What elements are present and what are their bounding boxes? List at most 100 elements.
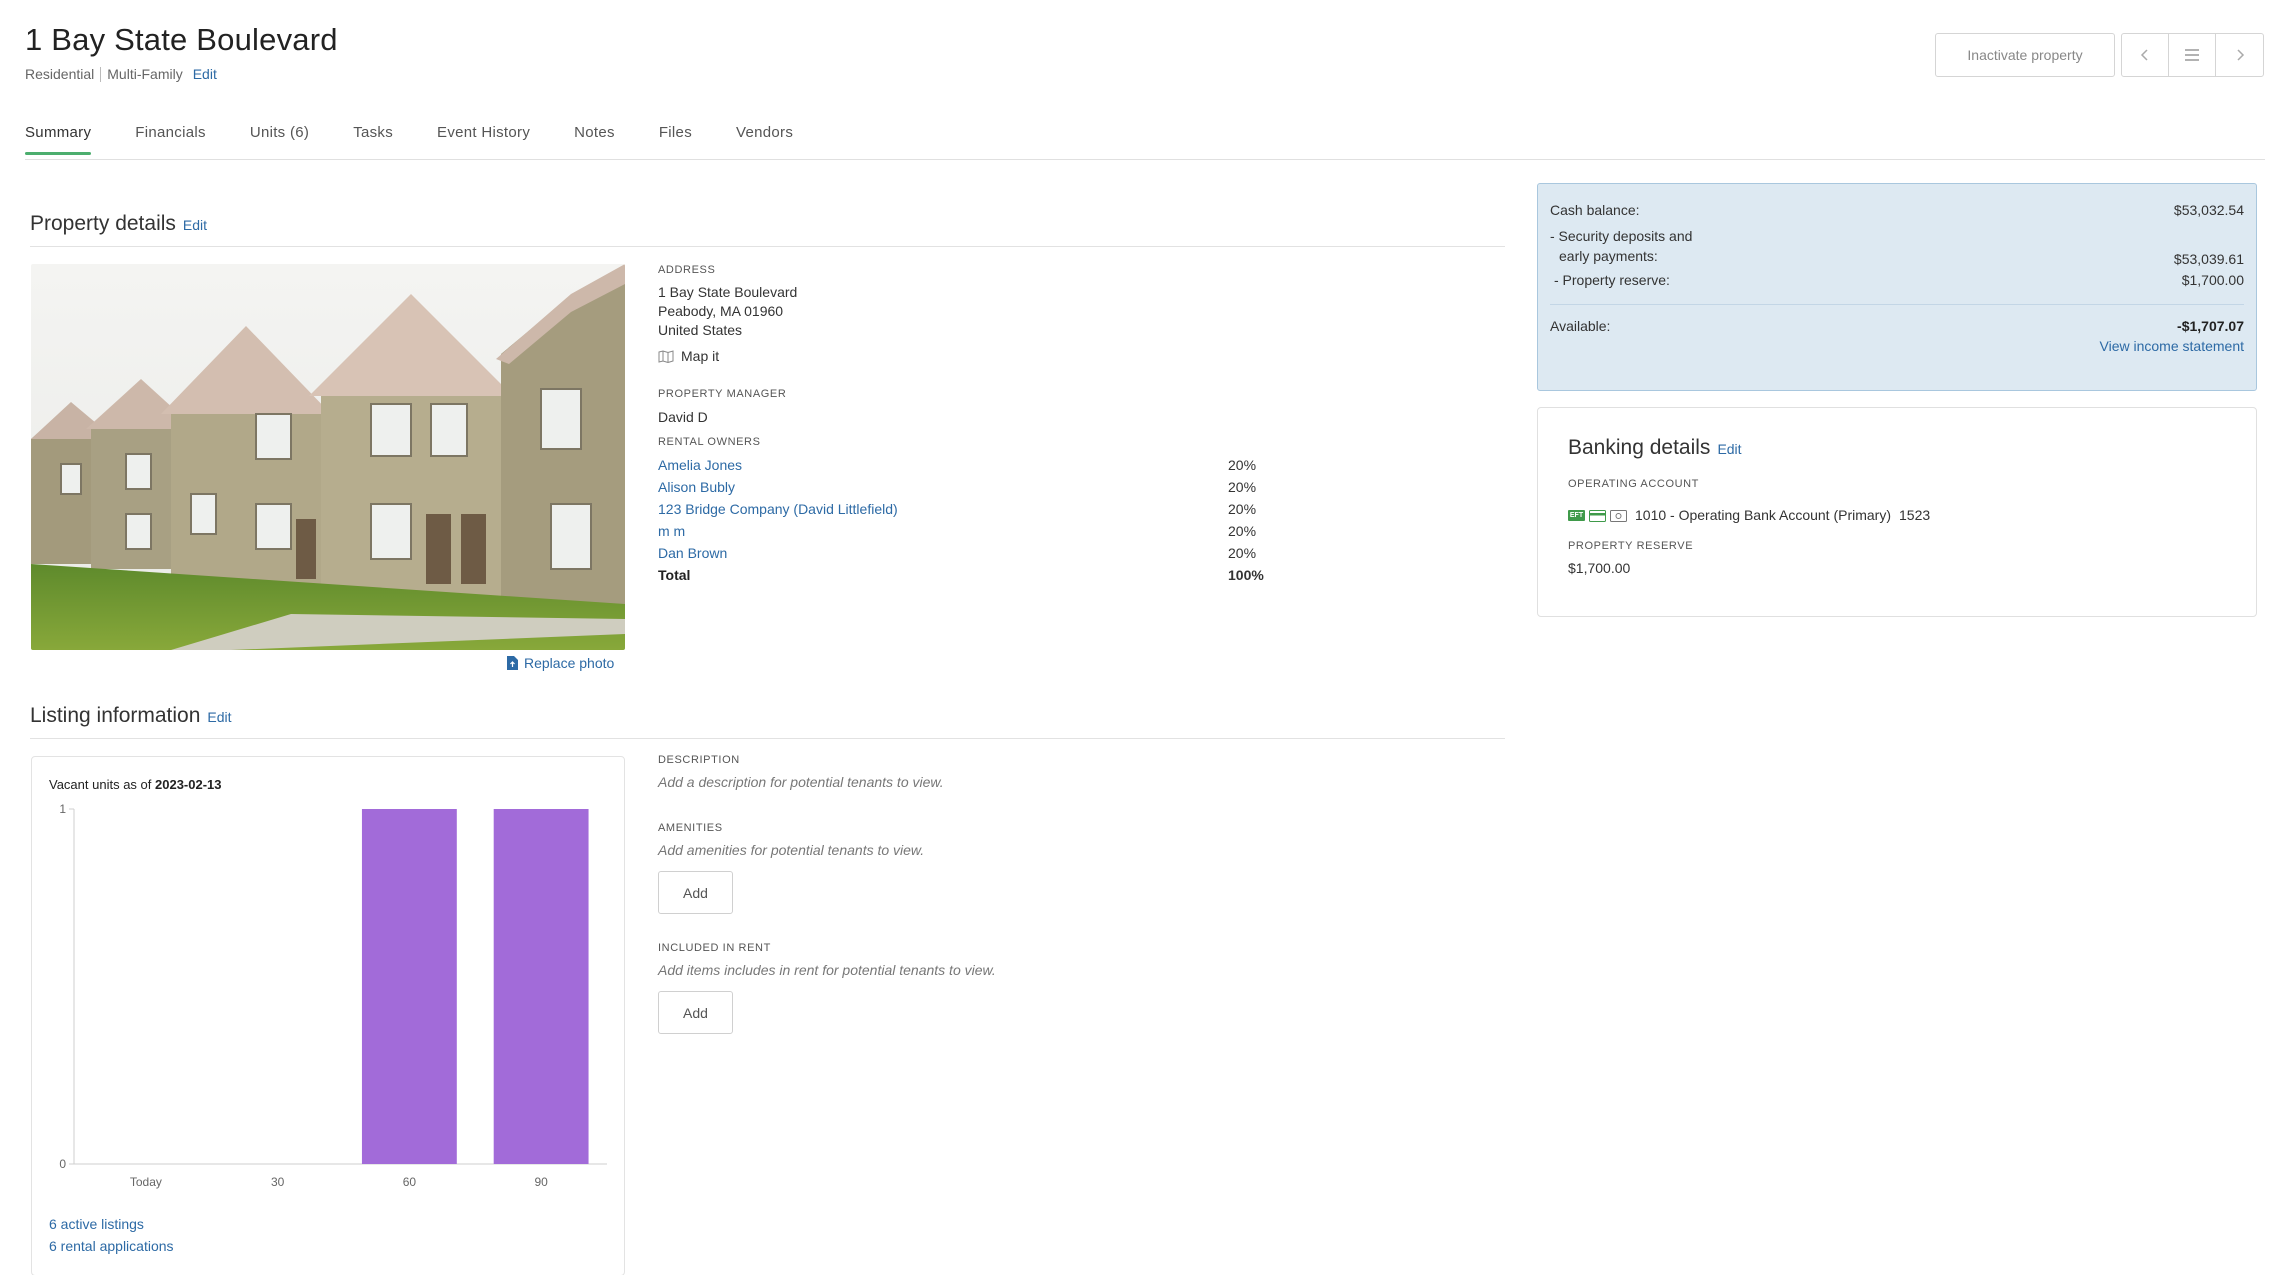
add-included-items-button[interactable]: Add xyxy=(658,991,733,1034)
total-percentage: 100% xyxy=(1228,567,1264,583)
owner-percentage: 20% xyxy=(1228,479,1257,495)
cash-icon xyxy=(1610,509,1627,522)
banking-details-panel: Banking details Edit OPERATING ACCOUNT E… xyxy=(1537,407,2257,617)
total-label: Total xyxy=(658,567,691,583)
property-details-heading: Property details Edit xyxy=(30,212,207,236)
file-upload-icon xyxy=(507,656,518,670)
owners-total-row: Total 100% xyxy=(658,564,1268,586)
deposits-label: - Security deposits and xyxy=(1550,228,1693,244)
y-tick-label: 0 xyxy=(59,1157,66,1171)
eft-icon: EFT xyxy=(1568,510,1585,521)
divider xyxy=(100,66,102,82)
next-record-button[interactable] xyxy=(2216,34,2263,76)
available-row: Available: -$1,707.07 xyxy=(1550,318,2244,334)
available-value: -$1,707.07 xyxy=(2177,318,2244,334)
owner-link[interactable]: Amelia Jones xyxy=(658,457,742,473)
edit-property-details-link[interactable]: Edit xyxy=(183,217,207,233)
view-income-statement-link[interactable]: View income statement xyxy=(2100,338,2244,354)
cash-balance-label: Cash balance: xyxy=(1550,202,1640,218)
x-tick-label: 60 xyxy=(403,1175,417,1189)
operating-account-label: OPERATING ACCOUNT xyxy=(1568,478,1700,490)
available-label: Available: xyxy=(1550,318,1611,334)
owner-link[interactable]: m m xyxy=(658,523,685,539)
deposits-label-2: early payments: xyxy=(1559,248,1658,264)
map-it-link[interactable]: Map it xyxy=(658,347,797,366)
edit-listing-information-link[interactable]: Edit xyxy=(207,709,231,725)
rental-owners: RENTAL OWNERS Amelia Jones 20% Alison Bu… xyxy=(658,436,1268,586)
owner-percentage: 20% xyxy=(1228,457,1257,473)
property-manager-label: PROPERTY MANAGER xyxy=(658,388,787,400)
section-divider xyxy=(30,738,1505,739)
deposits-row: - Security deposits and xyxy=(1550,228,2244,244)
rental-applications-link[interactable]: 6 rental applications xyxy=(49,1238,174,1254)
amenities-placeholder: Add amenities for potential tenants to v… xyxy=(658,842,925,858)
deposits-row-2: early payments: $53,039.61 xyxy=(1550,248,2244,267)
previous-record-button[interactable] xyxy=(2122,34,2169,76)
owner-percentage: 20% xyxy=(1228,523,1257,539)
operating-account-row: EFT 1010 - Operating Bank Account (Prima… xyxy=(1568,506,1930,525)
section-title: Listing information xyxy=(30,704,201,727)
operating-account-number: 1523 xyxy=(1899,507,1931,523)
property-type: Residential Multi-Family Edit xyxy=(25,66,217,82)
tab-financials[interactable]: Financials xyxy=(135,124,206,155)
property-manager-name: David D xyxy=(658,409,708,425)
listing-details: DESCRIPTION Add a description for potent… xyxy=(658,754,996,1034)
bar xyxy=(493,809,589,1164)
edit-banking-details-link[interactable]: Edit xyxy=(1717,441,1741,457)
property-reserve-label: PROPERTY RESERVE xyxy=(1568,540,1694,552)
cash-balance-panel: Cash balance: $53,032.54 - Security depo… xyxy=(1537,183,2257,391)
address-line-3: United States xyxy=(658,322,743,338)
included-in-rent-placeholder: Add items includes in rent for potential… xyxy=(658,962,996,978)
deposits-value: $53,039.61 xyxy=(2173,251,2244,267)
cash-balance-row: Cash balance: $53,032.54 xyxy=(1550,202,2244,218)
divider xyxy=(1550,304,2244,305)
vacancy-chart-card: Vacant units as of 2023-02-13 0 1 Today 30 6… xyxy=(31,756,625,1275)
description-placeholder: Add a description for potential tenants … xyxy=(658,774,944,790)
tab-tasks[interactable]: Tasks xyxy=(353,124,393,155)
page-title: 1 Bay State Boulevard xyxy=(25,22,338,57)
x-tick-label: 90 xyxy=(534,1175,548,1189)
tab-vendors[interactable]: Vendors xyxy=(736,124,793,155)
owner-link[interactable]: Dan Brown xyxy=(658,545,727,561)
amenities-label: AMENITIES xyxy=(658,822,723,834)
section-divider xyxy=(30,246,1505,247)
address-block: ADDRESS 1 Bay State Boulevard Peabody, M… xyxy=(658,264,797,427)
map-it-label: Map it xyxy=(681,348,720,364)
owner-link[interactable]: 123 Bridge Company (David Littlefield) xyxy=(658,501,898,517)
property-subtype-label: Multi-Family xyxy=(107,66,183,82)
list-item: 123 Bridge Company (David Littlefield) 2… xyxy=(658,498,1268,520)
owner-percentage: 20% xyxy=(1228,545,1257,561)
operating-account-name: 1010 - Operating Bank Account (Primary) xyxy=(1635,507,1892,523)
property-reserve-value: $1,700.00 xyxy=(1568,560,1631,576)
list-icon xyxy=(2185,49,2199,61)
tab-units[interactable]: Units (6) xyxy=(250,124,309,155)
reserve-value: $1,700.00 xyxy=(2181,272,2244,288)
tab-files[interactable]: Files xyxy=(659,124,692,155)
cash-balance-value: $53,032.54 xyxy=(2173,202,2244,218)
owner-link[interactable]: Alison Bubly xyxy=(658,479,735,495)
section-title: Property details xyxy=(30,212,176,235)
add-amenities-button[interactable]: Add xyxy=(658,871,733,914)
replace-photo-link[interactable]: Replace photo xyxy=(507,655,614,671)
chevron-right-icon xyxy=(2236,49,2244,61)
tab-summary[interactable]: Summary xyxy=(25,124,92,155)
tab-notes[interactable]: Notes xyxy=(574,124,615,155)
reserve-label: - Property reserve: xyxy=(1554,272,1670,288)
chevron-left-icon xyxy=(2140,49,2148,61)
x-tick-label: Today xyxy=(130,1175,162,1189)
active-listings-link[interactable]: 6 active listings xyxy=(49,1216,144,1232)
property-type-label: Residential xyxy=(25,66,95,82)
list-item: Amelia Jones 20% xyxy=(658,454,1268,476)
section-title: Banking details xyxy=(1568,436,1711,459)
tab-event-history[interactable]: Event History xyxy=(437,124,530,155)
address-label: ADDRESS xyxy=(658,264,716,276)
list-view-button[interactable] xyxy=(2169,34,2216,76)
header-actions: Inactivate property xyxy=(1935,33,2264,77)
owner-percentage: 20% xyxy=(1228,501,1257,517)
banking-details-heading: Banking details Edit xyxy=(1568,436,1742,460)
tab-bar: Summary Financials Units (6) Tasks Event… xyxy=(25,124,837,155)
inactivate-property-button[interactable]: Inactivate property xyxy=(1935,33,2115,77)
edit-property-type-link[interactable]: Edit xyxy=(193,66,217,82)
reserve-row: - Property reserve: $1,700.00 xyxy=(1550,272,2244,288)
list-item: Alison Bubly 20% xyxy=(658,476,1268,498)
